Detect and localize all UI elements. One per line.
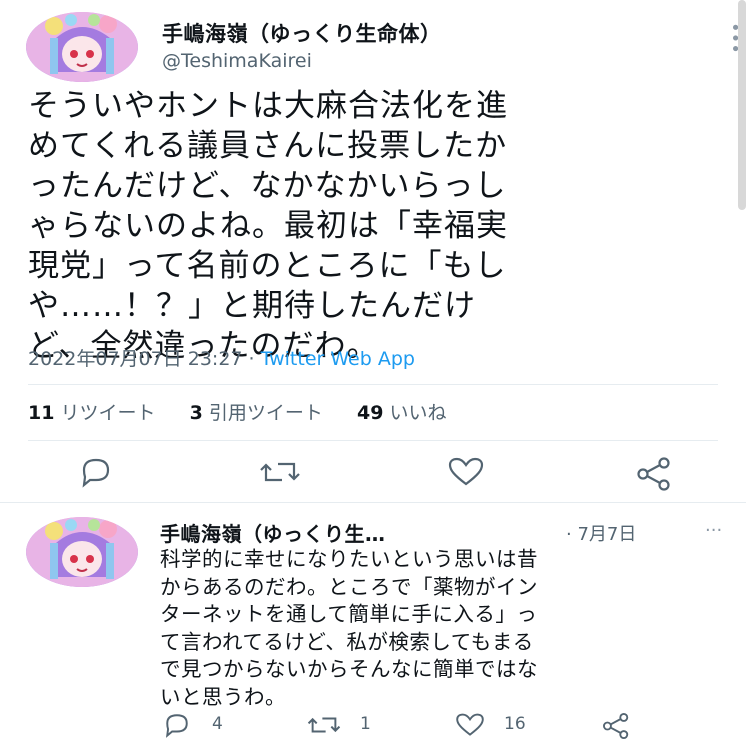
reply-like-icon[interactable] [454, 712, 486, 738]
reply-share-icon[interactable] [600, 712, 632, 740]
retweet-icon[interactable] [258, 456, 302, 488]
tweet-text-line: めてくれる議員さんに投票したか [28, 128, 508, 164]
likes-count: 49 [357, 402, 384, 424]
reply-retweet-icon[interactable] [306, 712, 342, 738]
retweets-count: 11 [28, 402, 55, 424]
retweets-stat[interactable]: 11 リツイート [28, 402, 156, 424]
retweets-label: リツイート [60, 402, 156, 424]
reply-text-line: で見つからないからそんなに簡単ではな [160, 657, 538, 681]
reply-retweet-count: 1 [360, 714, 371, 734]
reply-reply-icon[interactable] [162, 712, 192, 738]
quotes-count: 3 [189, 402, 203, 424]
display-name[interactable]: 手嶋海嶺（ゆっくり生命体） [162, 18, 442, 48]
separator: · [242, 348, 261, 370]
reply-like-count: 16 [504, 714, 526, 734]
reply-icon[interactable] [78, 456, 114, 488]
scrollbar[interactable] [738, 0, 746, 210]
tweet-text-line: や……！？」と期待したんだけ [28, 288, 476, 324]
tweet-stats: 11 リツイート 3 引用ツイート 49 いいね [28, 398, 447, 425]
tweet-text-line: 現党」って名前のところに「もし [28, 248, 507, 284]
source-link[interactable]: Twitter Web App [261, 348, 415, 370]
reply-text: 科学的に幸せになりたいという思いは昔 からあるのだわ。ところで「薬物がイン ター… [160, 546, 538, 711]
divider [0, 502, 746, 503]
timestamp-link[interactable]: 2022年07月07日 23:27 [28, 348, 243, 370]
more-options-icon[interactable]: ··· [705, 522, 722, 540]
divider [28, 440, 718, 441]
reply-text-line: て言われてるけど、私が検索してもまる [160, 629, 534, 654]
reply-text-line: からあるのだわ。ところで「薬物がイン [160, 574, 538, 599]
tweet-text-line: ゃらないのよね。最初は「幸福実 [28, 208, 508, 244]
tweet-meta: 2022年07月07日 23:27 · Twitter Web App [28, 344, 415, 371]
reply-date[interactable]: · 7月7日 [566, 520, 636, 546]
reply-text-line: 科学的に幸せになりたいという思いは昔 [160, 547, 538, 571]
reply-reply-count: 4 [212, 714, 223, 734]
tweet-text-line: そういやホントは大麻合法化を進 [28, 88, 508, 124]
quotes-label: 引用ツイート [208, 402, 323, 424]
handle[interactable]: @TeshimaKairei [162, 50, 312, 72]
tweet-text-line: ったんだけど、なかなかいらっし [28, 168, 507, 204]
tweet-text: そういやホントは大麻合法化を進 めてくれる議員さんに投票したか ったんだけど、な… [28, 86, 508, 366]
likes-label: いいね [389, 402, 447, 424]
share-icon[interactable] [634, 456, 674, 492]
reply-text-line: いと思うわ。 [160, 684, 286, 709]
avatar[interactable] [26, 12, 138, 82]
like-icon[interactable] [446, 456, 486, 488]
reply-text-line: ターネットを通して簡単に手に入る」っ [160, 602, 538, 626]
likes-stat[interactable]: 49 いいね [357, 402, 447, 424]
reply-display-name[interactable]: 手嶋海嶺（ゆっくり生… [160, 518, 386, 547]
reply-avatar[interactable] [26, 517, 138, 587]
quotes-stat[interactable]: 3 引用ツイート [190, 402, 323, 424]
avatar-image-icon [26, 517, 138, 587]
avatar-image-icon [26, 12, 138, 82]
divider [28, 384, 718, 385]
